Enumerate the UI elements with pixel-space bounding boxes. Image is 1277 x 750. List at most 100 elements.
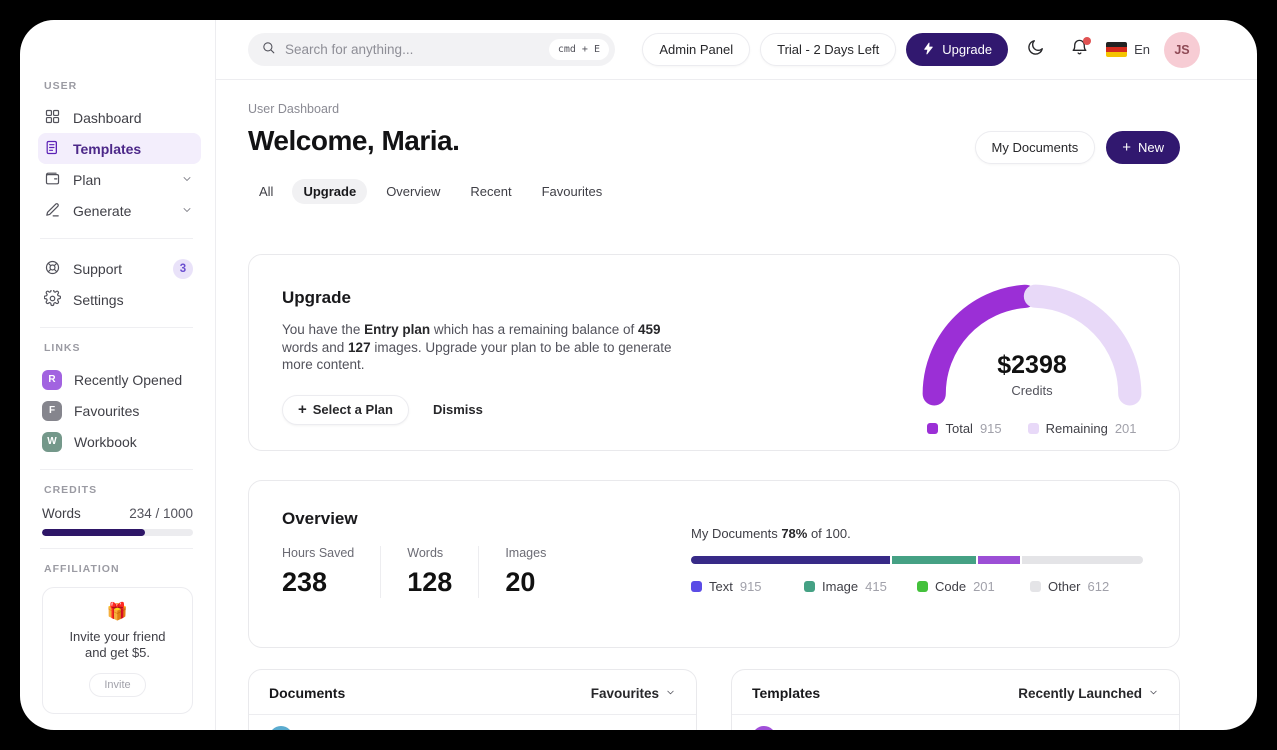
template-row[interactable]: Blog Post Title in Workbook bbox=[732, 715, 1179, 730]
link-label: Favourites bbox=[74, 402, 140, 419]
sidebar-section-links: LINKS bbox=[44, 342, 81, 354]
credits-gauge-chart: $2398 Credits Total 915 Remaining 201 bbox=[921, 283, 1143, 450]
gear-icon bbox=[43, 288, 62, 310]
moon-icon bbox=[1026, 38, 1045, 62]
wallet-icon bbox=[44, 170, 61, 190]
upgrade-card-title: Upgrade bbox=[282, 288, 351, 307]
language-label: En bbox=[1134, 42, 1150, 57]
chevron-down-icon bbox=[181, 172, 193, 188]
admin-panel-button[interactable]: Admin Panel bbox=[642, 33, 751, 66]
legend-other: Other 612 bbox=[1030, 579, 1143, 594]
sidebar-item-support[interactable]: Support 3 bbox=[38, 253, 201, 284]
sidebar-item-dashboard[interactable]: Dashboard bbox=[38, 102, 201, 133]
templates-card-title: Templates bbox=[752, 685, 821, 701]
my-documents-button[interactable]: My Documents bbox=[974, 131, 1096, 164]
overview-card-title: Overview bbox=[282, 509, 358, 528]
tab-overview[interactable]: Overview bbox=[375, 179, 451, 204]
credits-label: Words bbox=[42, 506, 81, 521]
gift-icon: 🎁 bbox=[106, 602, 129, 621]
stacked-progress-bar bbox=[691, 556, 1143, 564]
sidebar-item-templates[interactable]: Templates bbox=[38, 133, 201, 164]
stat-words: Words 128 bbox=[380, 546, 478, 598]
tab-all[interactable]: All bbox=[248, 179, 284, 204]
topbar: cmd + E Admin Panel Trial - 2 Days Left … bbox=[216, 20, 1257, 80]
search-icon bbox=[261, 40, 276, 60]
documents-progress-label: My Documents 78% of 100. bbox=[691, 526, 851, 541]
legend-swatch bbox=[1030, 581, 1041, 592]
sidebar-link-favourites[interactable]: F Favourites bbox=[42, 395, 205, 426]
overview-card: Overview Hours Saved 238 Words 128 Image… bbox=[248, 480, 1180, 648]
sidebar-item-label: Settings bbox=[73, 291, 124, 308]
link-initial-badge: W bbox=[42, 431, 62, 452]
upgrade-card-text: You have the Entry plan which has a rema… bbox=[282, 322, 672, 372]
sidebar-divider bbox=[40, 327, 193, 328]
link-initial-badge: F bbox=[42, 400, 62, 421]
legend-swatch bbox=[1027, 423, 1039, 434]
legend-image: Image 415 bbox=[804, 579, 917, 594]
legend-text: Text 915 bbox=[691, 579, 804, 594]
select-plan-button[interactable]: + Select a Plan bbox=[282, 394, 409, 425]
plus-icon: + bbox=[1122, 139, 1131, 156]
templates-filter-dropdown[interactable]: Recently Launched bbox=[1018, 686, 1159, 701]
sidebar-section-user: USER bbox=[44, 80, 78, 92]
credits-progress-track bbox=[42, 529, 193, 536]
tab-favourites[interactable]: Favourites bbox=[531, 179, 614, 204]
affiliation-text-line1: Invite your friend bbox=[69, 629, 166, 644]
document-avatar bbox=[269, 726, 293, 730]
sidebar-section-credits: CREDITS bbox=[44, 484, 98, 496]
template-avatar bbox=[752, 726, 776, 730]
legend-total: Total 915 bbox=[927, 421, 1002, 436]
sidebar-section-affiliation: AFFILIATION bbox=[44, 563, 120, 575]
credits-progress-fill bbox=[42, 529, 145, 536]
sidebar-item-settings[interactable]: Settings bbox=[38, 284, 201, 315]
pencil-icon bbox=[44, 201, 61, 221]
legend-remaining: Remaining 201 bbox=[1027, 421, 1137, 436]
search-shortcut-badge: cmd + E bbox=[548, 39, 609, 60]
chevron-down-icon bbox=[665, 686, 676, 701]
documents-card: Documents Favourites Untitled Document i… bbox=[248, 669, 697, 730]
sidebar-link-recently-opened[interactable]: R Recently Opened bbox=[42, 364, 205, 395]
invite-button[interactable]: Invite bbox=[89, 673, 146, 697]
affiliation-text-line2: and get $5. bbox=[84, 645, 151, 660]
legend-code: Code 201 bbox=[917, 579, 1030, 594]
sidebar-link-workbook[interactable]: W Workbook bbox=[42, 426, 205, 457]
gauge-label: Credits bbox=[1011, 383, 1053, 398]
notification-dot bbox=[1083, 36, 1092, 45]
sidebar-item-label: Support bbox=[73, 260, 123, 277]
sidebar: USER Dashboard Templates Plan Generate S… bbox=[20, 20, 216, 730]
user-avatar[interactable]: JS bbox=[1164, 31, 1200, 68]
tab-recent[interactable]: Recent bbox=[459, 179, 522, 204]
notifications-button[interactable] bbox=[1062, 33, 1096, 67]
support-count-badge: 3 bbox=[173, 258, 193, 279]
bar-segment-code bbox=[977, 556, 1020, 564]
document-row[interactable]: Untitled Document in Workbook bbox=[249, 715, 696, 730]
dismiss-button[interactable]: Dismiss bbox=[433, 402, 483, 417]
stat-hours-saved: Hours Saved 238 bbox=[282, 546, 355, 597]
bolt-icon bbox=[922, 42, 935, 58]
plus-icon: + bbox=[298, 401, 307, 418]
sidebar-item-generate[interactable]: Generate bbox=[38, 195, 201, 226]
tab-upgrade[interactable]: Upgrade bbox=[292, 179, 368, 204]
main-content: User Dashboard Welcome, Maria. My Docume… bbox=[216, 80, 1257, 730]
sidebar-item-label: Generate bbox=[73, 202, 132, 219]
trial-status-button[interactable]: Trial - 2 Days Left bbox=[760, 33, 897, 66]
bar-segment-other bbox=[1021, 556, 1143, 564]
gauge-value: $2398 bbox=[997, 351, 1067, 379]
search-input[interactable] bbox=[285, 42, 540, 57]
lifebuoy-icon bbox=[44, 259, 61, 279]
sidebar-item-plan[interactable]: Plan bbox=[38, 164, 201, 195]
legend-swatch bbox=[804, 581, 815, 592]
language-selector[interactable]: En bbox=[1106, 42, 1154, 57]
upgrade-button[interactable]: Upgrade bbox=[906, 33, 1009, 66]
dark-mode-toggle[interactable] bbox=[1018, 33, 1052, 67]
new-button[interactable]: + New bbox=[1106, 131, 1180, 164]
documents-filter-dropdown[interactable]: Favourites bbox=[591, 686, 676, 701]
search-bar[interactable]: cmd + E bbox=[248, 33, 615, 66]
upgrade-card: Upgrade You have the Entry plan which ha… bbox=[248, 254, 1180, 451]
sidebar-divider bbox=[40, 238, 193, 239]
sidebar-item-label: Templates bbox=[73, 140, 142, 157]
stat-images: Images 20 bbox=[478, 546, 572, 598]
legend-swatch bbox=[917, 581, 928, 592]
german-flag-icon bbox=[1106, 42, 1128, 57]
credits-value: 234 / 1000 bbox=[129, 506, 193, 521]
